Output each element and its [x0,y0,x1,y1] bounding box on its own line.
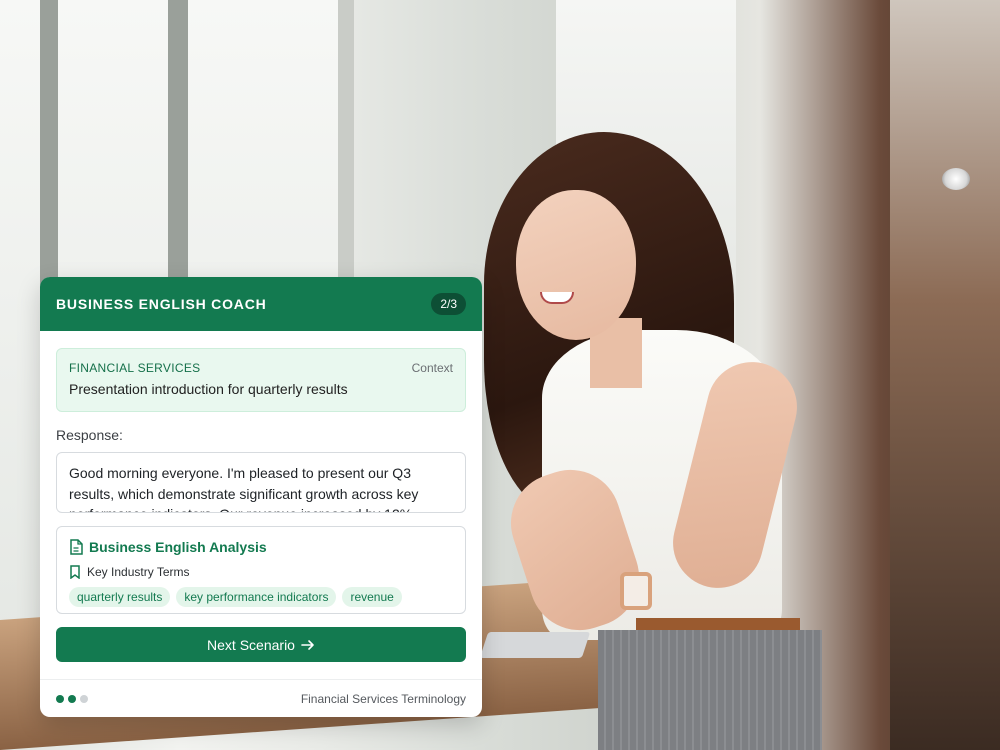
bookmark-icon [69,565,81,579]
context-panel: FINANCIAL SERVICES Context Presentation … [56,348,466,412]
context-sector: FINANCIAL SERVICES [69,361,201,375]
analysis-subtitle: Key Industry Terms [87,565,190,579]
term-tag: key performance indicators [176,587,337,607]
next-scenario-label: Next Scenario [207,636,295,653]
analysis-panel: Business English Analysis Key Industry T… [56,526,466,614]
response-label: Response: [56,427,123,443]
laptop [479,632,591,658]
skirt [598,630,822,750]
term-tag: quarterly results [69,587,171,607]
document-icon [69,539,83,555]
progress-badge: 2/3 [431,293,466,315]
interior-wall [890,0,1000,750]
analysis-title: Business English Analysis [89,539,267,555]
step-dot-current [68,694,76,703]
ceiling-lamp [942,168,970,190]
response-text: Good morning everyone. I'm pleased to pr… [69,465,419,512]
arrow-right-icon [301,639,315,651]
response-textarea[interactable]: Good morning everyone. I'm pleased to pr… [56,452,466,513]
footer-text: Financial Services Terminology [300,691,466,706]
context-label: Context [411,361,453,375]
person-face [516,190,636,340]
window-pane [0,0,40,640]
term-tag-cutoff [69,613,305,614]
step-dot-done [56,694,64,703]
card-header: BUSINESS ENGLISH COACH 2/3 [40,277,482,331]
step-dots [56,694,88,703]
coach-card: BUSINESS ENGLISH COACH 2/3 FINANCIAL SER… [40,277,482,717]
wristwatch [620,572,652,610]
term-tags: quarterly results key performance indica… [69,587,453,614]
card-title: BUSINESS ENGLISH COACH [56,296,267,312]
step-dot-pending [80,694,88,703]
context-description: Presentation introduction for quarterly … [69,381,348,397]
card-footer: Financial Services Terminology [40,679,482,717]
next-scenario-button[interactable]: Next Scenario [56,627,466,662]
term-tag: revenue [342,587,402,607]
